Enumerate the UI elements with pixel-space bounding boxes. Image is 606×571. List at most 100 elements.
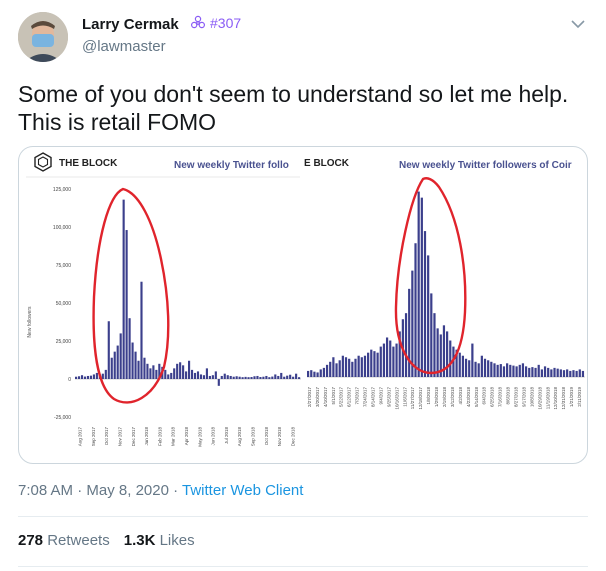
chart-bar — [131, 342, 134, 379]
author-name[interactable]: Larry Cermak — [82, 16, 179, 33]
chart-bar — [581, 370, 585, 377]
chart-bar — [185, 371, 188, 379]
chart-bar — [313, 371, 316, 377]
avatar[interactable] — [18, 12, 68, 62]
x-tick-label: 8/14/2017 — [371, 387, 376, 408]
chart-bar — [77, 376, 81, 379]
tweet-time[interactable]: 7:08 AM — [18, 482, 73, 499]
x-tick-label: 10/8/2018 — [529, 387, 534, 408]
left-x-axis-labels: Aug 2017 Sep 2017 Oct 2017 Nov 2017 Dec 2017… — [78, 427, 296, 447]
chart-bar — [253, 376, 256, 379]
chart-bar — [205, 368, 208, 379]
divider — [18, 516, 588, 517]
retweets-stat[interactable]: 278 Retweets — [18, 532, 110, 549]
tweet-media-image[interactable]: THE BLOCK New weekly Twitter follo E BLO… — [18, 146, 588, 464]
x-tick-label: Dec 2017 — [131, 427, 136, 447]
chart-bar — [430, 293, 433, 377]
tweet-client-link[interactable]: Twitter Web Client — [182, 482, 303, 499]
separator-dot: · — [73, 482, 87, 499]
chart-bar — [220, 375, 223, 379]
the-block-logo-icon — [34, 152, 52, 172]
retweets-label: Retweets — [43, 532, 110, 549]
chart-bar — [367, 352, 370, 377]
chart-bar — [370, 349, 373, 377]
chart-bar — [173, 368, 176, 379]
x-tick-label: 4/2/2018 — [458, 387, 463, 405]
chart-bar — [493, 363, 496, 377]
chart-bar — [199, 374, 203, 379]
chart-bar — [283, 376, 286, 379]
chart-bar — [170, 372, 173, 379]
tweet-text-line: This is retail FOMO — [18, 109, 217, 135]
likes-stat[interactable]: 1.3K Likes — [124, 532, 195, 549]
chart-bar — [543, 366, 547, 377]
left-y-axis: 125,000 100,000 75,000 50,000 25,000 0 -25,000 — [53, 187, 71, 421]
chart-bar — [146, 363, 149, 379]
chart-bar — [235, 376, 238, 379]
x-tick-label: Nov 2017 — [118, 427, 123, 447]
chart-bar — [110, 357, 113, 379]
chart-bar — [280, 372, 283, 379]
chart-bar — [322, 367, 326, 377]
chart-bar — [241, 377, 244, 379]
chart-bar — [490, 361, 493, 377]
x-tick-label: 7/3/2017 — [355, 387, 360, 405]
author-handle[interactable]: @lawmaster — [82, 38, 166, 55]
chart-bar — [357, 355, 360, 377]
chart-bar — [474, 361, 477, 377]
left-brand: THE BLOCK — [59, 158, 118, 169]
chart-bar — [238, 376, 241, 379]
chart-bar — [329, 361, 332, 377]
chart-bar — [128, 318, 131, 379]
chart-bar — [458, 352, 461, 377]
x-tick-label: 10/29/2018 — [537, 387, 542, 410]
x-tick-label: 5/1/2017 — [331, 387, 336, 405]
x-tick-label: Feb 2018 — [157, 427, 162, 447]
chart-bar — [332, 357, 335, 377]
tweet-date[interactable]: May 8, 2020 — [86, 482, 169, 499]
x-tick-label: 1/21/2019 — [569, 387, 574, 408]
chart-bar — [319, 369, 322, 377]
chart-bar — [436, 328, 439, 377]
chart-bar — [80, 375, 84, 379]
chart-bar — [518, 364, 521, 377]
chart-bar — [553, 367, 556, 377]
chart-bar — [408, 288, 411, 377]
y-tick-label: 25,000 — [56, 339, 72, 345]
chart-bar — [363, 355, 367, 377]
y-tick-label: 75,000 — [56, 263, 72, 269]
chart-bar — [547, 367, 550, 377]
chart-image: THE BLOCK New weekly Twitter follo E BLO… — [26, 152, 585, 447]
chart-bar — [477, 363, 480, 377]
chart-bar — [449, 340, 452, 377]
chart-bar — [182, 365, 185, 379]
chart-bar — [351, 361, 354, 377]
chart-bar — [244, 376, 247, 379]
more-options-chevron-icon[interactable] — [568, 16, 588, 32]
likes-label: Likes — [155, 532, 195, 549]
chart-bar — [277, 375, 280, 379]
chart-bar — [250, 377, 253, 379]
chart-bar — [335, 363, 338, 377]
chart-bar — [569, 370, 572, 377]
chart-bar — [229, 375, 232, 379]
chart-bar — [524, 366, 528, 377]
chart-bar — [119, 333, 122, 379]
chart-bar — [274, 374, 277, 379]
x-tick-label: Mar 2018 — [171, 427, 176, 447]
chart-bar — [534, 367, 537, 377]
chart-bar — [550, 369, 553, 377]
x-tick-label: 9/17/2018 — [521, 387, 526, 408]
x-tick-label: Aug 2017 — [78, 427, 83, 447]
chart-bar — [92, 374, 95, 379]
chart-bar — [116, 345, 119, 379]
chart-bar — [348, 358, 351, 377]
left-chart-bars — [75, 199, 301, 386]
chart-bar — [107, 321, 110, 379]
chart-bar — [202, 375, 206, 379]
chart-bar — [167, 374, 170, 379]
chart-bar — [395, 343, 398, 377]
x-tick-label: Apr 2018 — [184, 427, 189, 446]
chart-bar — [572, 370, 575, 377]
x-tick-label: 2/27/2017 — [307, 387, 312, 408]
